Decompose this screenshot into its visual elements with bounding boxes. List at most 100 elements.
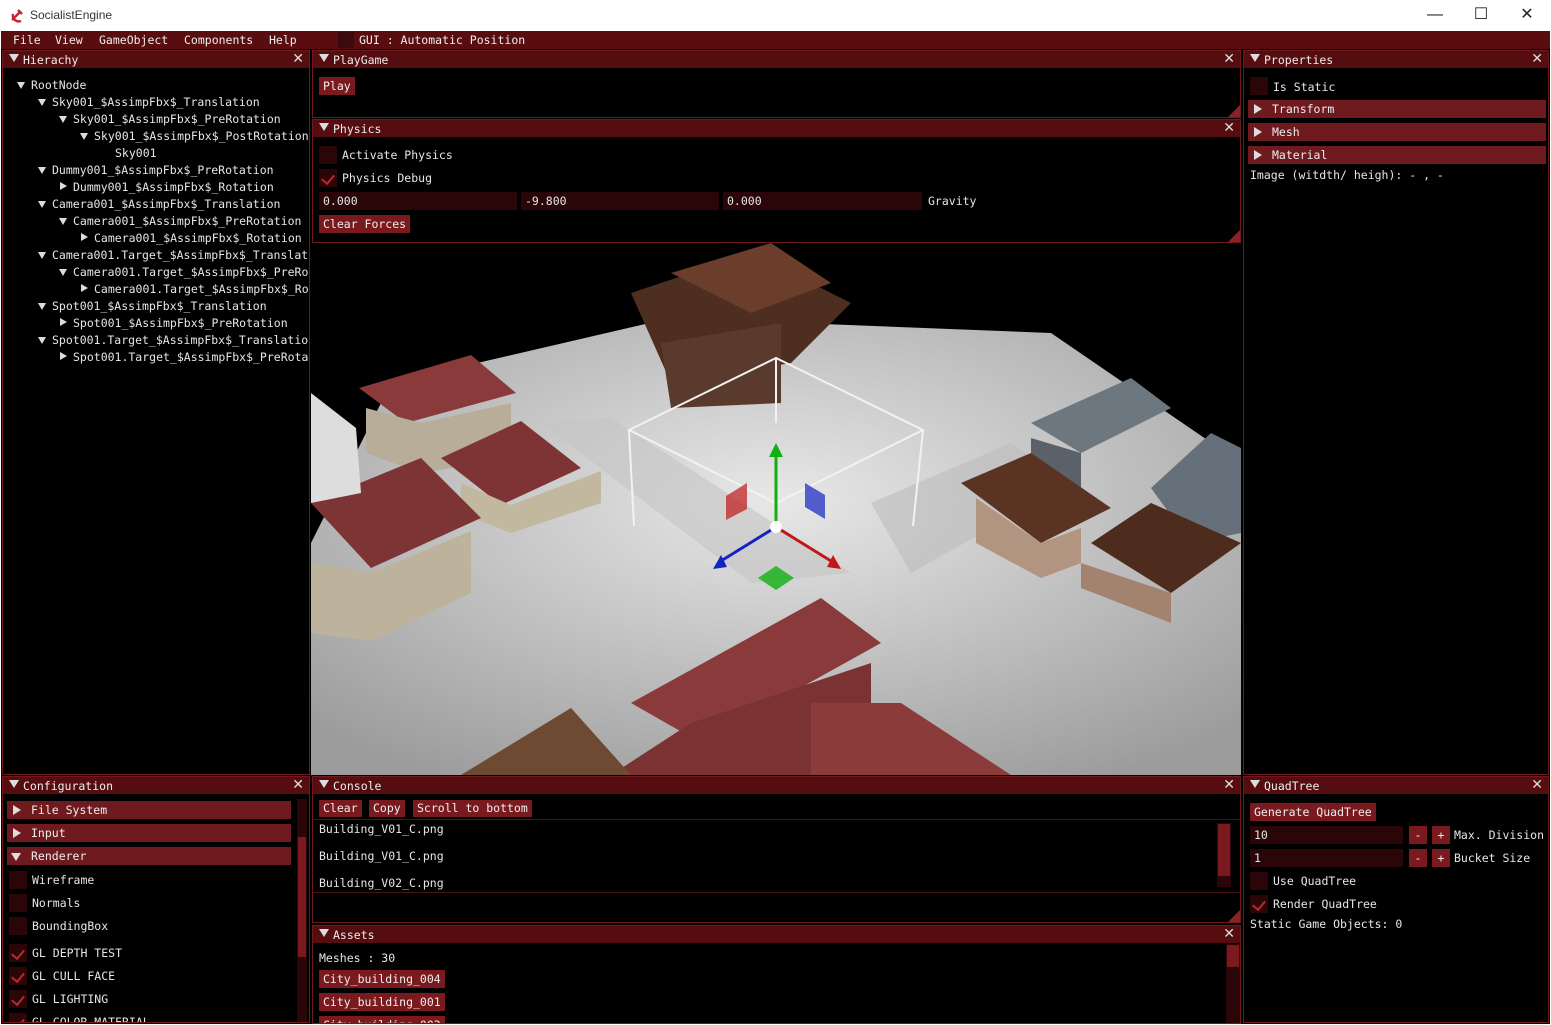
tree-expanded-icon[interactable] <box>59 269 67 276</box>
collapse-triangle-icon[interactable] <box>9 780 19 788</box>
bucket-size-decrement[interactable]: - <box>1409 849 1427 867</box>
collapse-triangle-icon[interactable] <box>9 54 19 62</box>
tree-expanded-icon[interactable] <box>38 99 46 106</box>
tree-expanded-icon[interactable] <box>59 218 67 225</box>
menu-view[interactable]: View <box>55 33 83 47</box>
tree-expanded-icon[interactable] <box>38 201 46 208</box>
resize-grip-icon[interactable] <box>1228 910 1240 922</box>
mesh-section[interactable]: Mesh <box>1248 123 1546 141</box>
tree-expanded-icon[interactable] <box>38 252 46 259</box>
close-icon[interactable]: ✕ <box>1531 777 1543 793</box>
console-scroll-bottom-button[interactable]: Scroll to bottom <box>413 800 532 817</box>
renderer-option-checkbox[interactable] <box>9 871 27 889</box>
transform-section[interactable]: Transform <box>1248 100 1546 118</box>
menu-help[interactable]: Help <box>269 33 297 47</box>
close-icon[interactable]: ✕ <box>1531 51 1543 67</box>
close-icon[interactable]: ✕ <box>1223 777 1235 793</box>
tree-collapsed-icon[interactable] <box>60 318 67 326</box>
is-static-checkbox[interactable] <box>1250 77 1268 95</box>
activate-physics-checkbox[interactable] <box>319 146 337 164</box>
maximize-button[interactable]: ☐ <box>1458 2 1504 30</box>
tree-node[interactable]: Spot001.Target_$AssimpFbx$_PreRota <box>73 350 308 364</box>
console-scroll-thumb[interactable] <box>1218 824 1230 876</box>
tree-node[interactable]: Sky001 <box>115 146 157 160</box>
menu-components[interactable]: Components <box>184 33 253 47</box>
collapse-triangle-icon[interactable] <box>1250 780 1260 788</box>
tree-collapsed-icon[interactable] <box>81 284 88 292</box>
tree-expanded-icon[interactable] <box>38 167 46 174</box>
configuration-header[interactable]: Configuration ✕ <box>3 777 309 794</box>
renderer-option-checkbox[interactable] <box>9 944 27 962</box>
tree-node[interactable]: Sky001_$AssimpFbx$_PostRotation <box>94 129 309 143</box>
resize-grip-icon[interactable] <box>1228 230 1240 242</box>
renderer-option-checkbox[interactable] <box>9 967 27 985</box>
tree-node[interactable]: Camera001.Target_$AssimpFbx$_Ro <box>94 282 309 296</box>
bucket-size-input[interactable]: 1 <box>1250 849 1403 867</box>
menu-gameobject[interactable]: GameObject <box>99 33 168 47</box>
tree-expanded-icon[interactable] <box>17 82 25 89</box>
resize-grip-icon[interactable] <box>1228 105 1240 117</box>
max-division-input[interactable]: 10 <box>1250 826 1403 844</box>
tree-node[interactable]: Dummy001_$AssimpFbx$_PreRotation <box>52 163 274 177</box>
renderer-option-checkbox[interactable] <box>9 894 27 912</box>
close-icon[interactable]: ✕ <box>292 51 304 67</box>
gravity-x-field[interactable]: 0.000 <box>319 192 517 210</box>
tree-collapsed-icon[interactable] <box>60 182 67 190</box>
tree-node[interactable]: Spot001_$AssimpFbx$_Translation <box>52 299 267 313</box>
file-system-section[interactable]: File System <box>7 801 291 819</box>
input-section[interactable]: Input <box>7 824 291 842</box>
gravity-z-field[interactable]: 0.000 <box>723 192 922 210</box>
gravity-y-field[interactable]: -9.800 <box>521 192 719 210</box>
tree-collapsed-icon[interactable] <box>81 233 88 241</box>
physics-debug-checkbox[interactable] <box>319 169 337 187</box>
renderer-section[interactable]: Renderer <box>7 847 291 865</box>
material-section[interactable]: Material <box>1248 146 1546 164</box>
console-clear-button[interactable]: Clear <box>319 800 362 817</box>
tree-node[interactable]: Spot001.Target_$AssimpFbx$_Translatio <box>52 333 308 347</box>
tree-expanded-icon[interactable] <box>59 116 67 123</box>
close-window-button[interactable]: ✕ <box>1504 2 1550 30</box>
console-header[interactable]: Console ✕ <box>313 777 1240 794</box>
tree-expanded-icon[interactable] <box>80 133 88 140</box>
collapse-triangle-icon[interactable] <box>319 780 329 788</box>
collapse-triangle-icon[interactable] <box>319 123 329 131</box>
render-quadtree-checkbox[interactable] <box>1250 895 1268 913</box>
properties-header[interactable]: Properties ✕ <box>1244 51 1548 68</box>
tree-node[interactable]: Camera001_$AssimpFbx$_Rotation <box>94 231 302 245</box>
tree-node[interactable]: RootNode <box>31 78 86 92</box>
tree-expanded-icon[interactable] <box>38 337 46 344</box>
close-icon[interactable]: ✕ <box>292 777 304 793</box>
tree-node[interactable]: Dummy001_$AssimpFbx$_Rotation <box>73 180 274 194</box>
tree-node[interactable]: Camera001.Target_$AssimpFbx$_PreRo <box>73 265 308 279</box>
tree-expanded-icon[interactable] <box>38 303 46 310</box>
renderer-option-checkbox[interactable] <box>9 990 27 1008</box>
tree-node[interactable]: Camera001.Target_$AssimpFbx$_Translat <box>52 248 308 262</box>
asset-item[interactable]: City_building_003 <box>319 1016 445 1023</box>
collapse-triangle-icon[interactable] <box>319 54 329 62</box>
use-quadtree-checkbox[interactable] <box>1250 872 1268 890</box>
assets-header[interactable]: Assets ✕ <box>313 926 1240 943</box>
quadtree-header[interactable]: QuadTree ✕ <box>1244 777 1548 794</box>
collapse-triangle-icon[interactable] <box>319 929 329 937</box>
menu-file[interactable]: File <box>13 33 41 47</box>
clear-forces-button[interactable]: Clear Forces <box>319 215 411 233</box>
tree-collapsed-icon[interactable] <box>60 352 67 360</box>
hierarchy-header[interactable]: Hierachy ✕ <box>3 51 309 68</box>
tree-node[interactable]: Sky001_$AssimpFbx$_Translation <box>52 95 260 109</box>
tree-node[interactable]: Sky001_$AssimpFbx$_PreRotation <box>73 112 281 126</box>
physics-header[interactable]: Physics ✕ <box>313 120 1240 137</box>
collapse-triangle-icon[interactable] <box>1250 54 1260 62</box>
renderer-option-checkbox[interactable] <box>9 917 27 935</box>
minimize-button[interactable]: — <box>1412 2 1458 30</box>
close-icon[interactable]: ✕ <box>1223 120 1235 136</box>
close-icon[interactable]: ✕ <box>1223 926 1235 942</box>
tree-node[interactable]: Camera001_$AssimpFbx$_PreRotation <box>73 214 301 228</box>
playgame-header[interactable]: PlayGame ✕ <box>313 51 1240 68</box>
renderer-option-checkbox[interactable] <box>9 1013 27 1022</box>
close-icon[interactable]: ✕ <box>1223 51 1235 67</box>
generate-quadtree-button[interactable]: Generate QuadTree <box>1250 803 1376 821</box>
config-scroll-thumb[interactable] <box>298 837 306 957</box>
gui-auto-position-checkbox[interactable] <box>338 32 354 48</box>
max-division-decrement[interactable]: - <box>1409 826 1427 844</box>
scene-viewport[interactable] <box>311 243 1241 775</box>
